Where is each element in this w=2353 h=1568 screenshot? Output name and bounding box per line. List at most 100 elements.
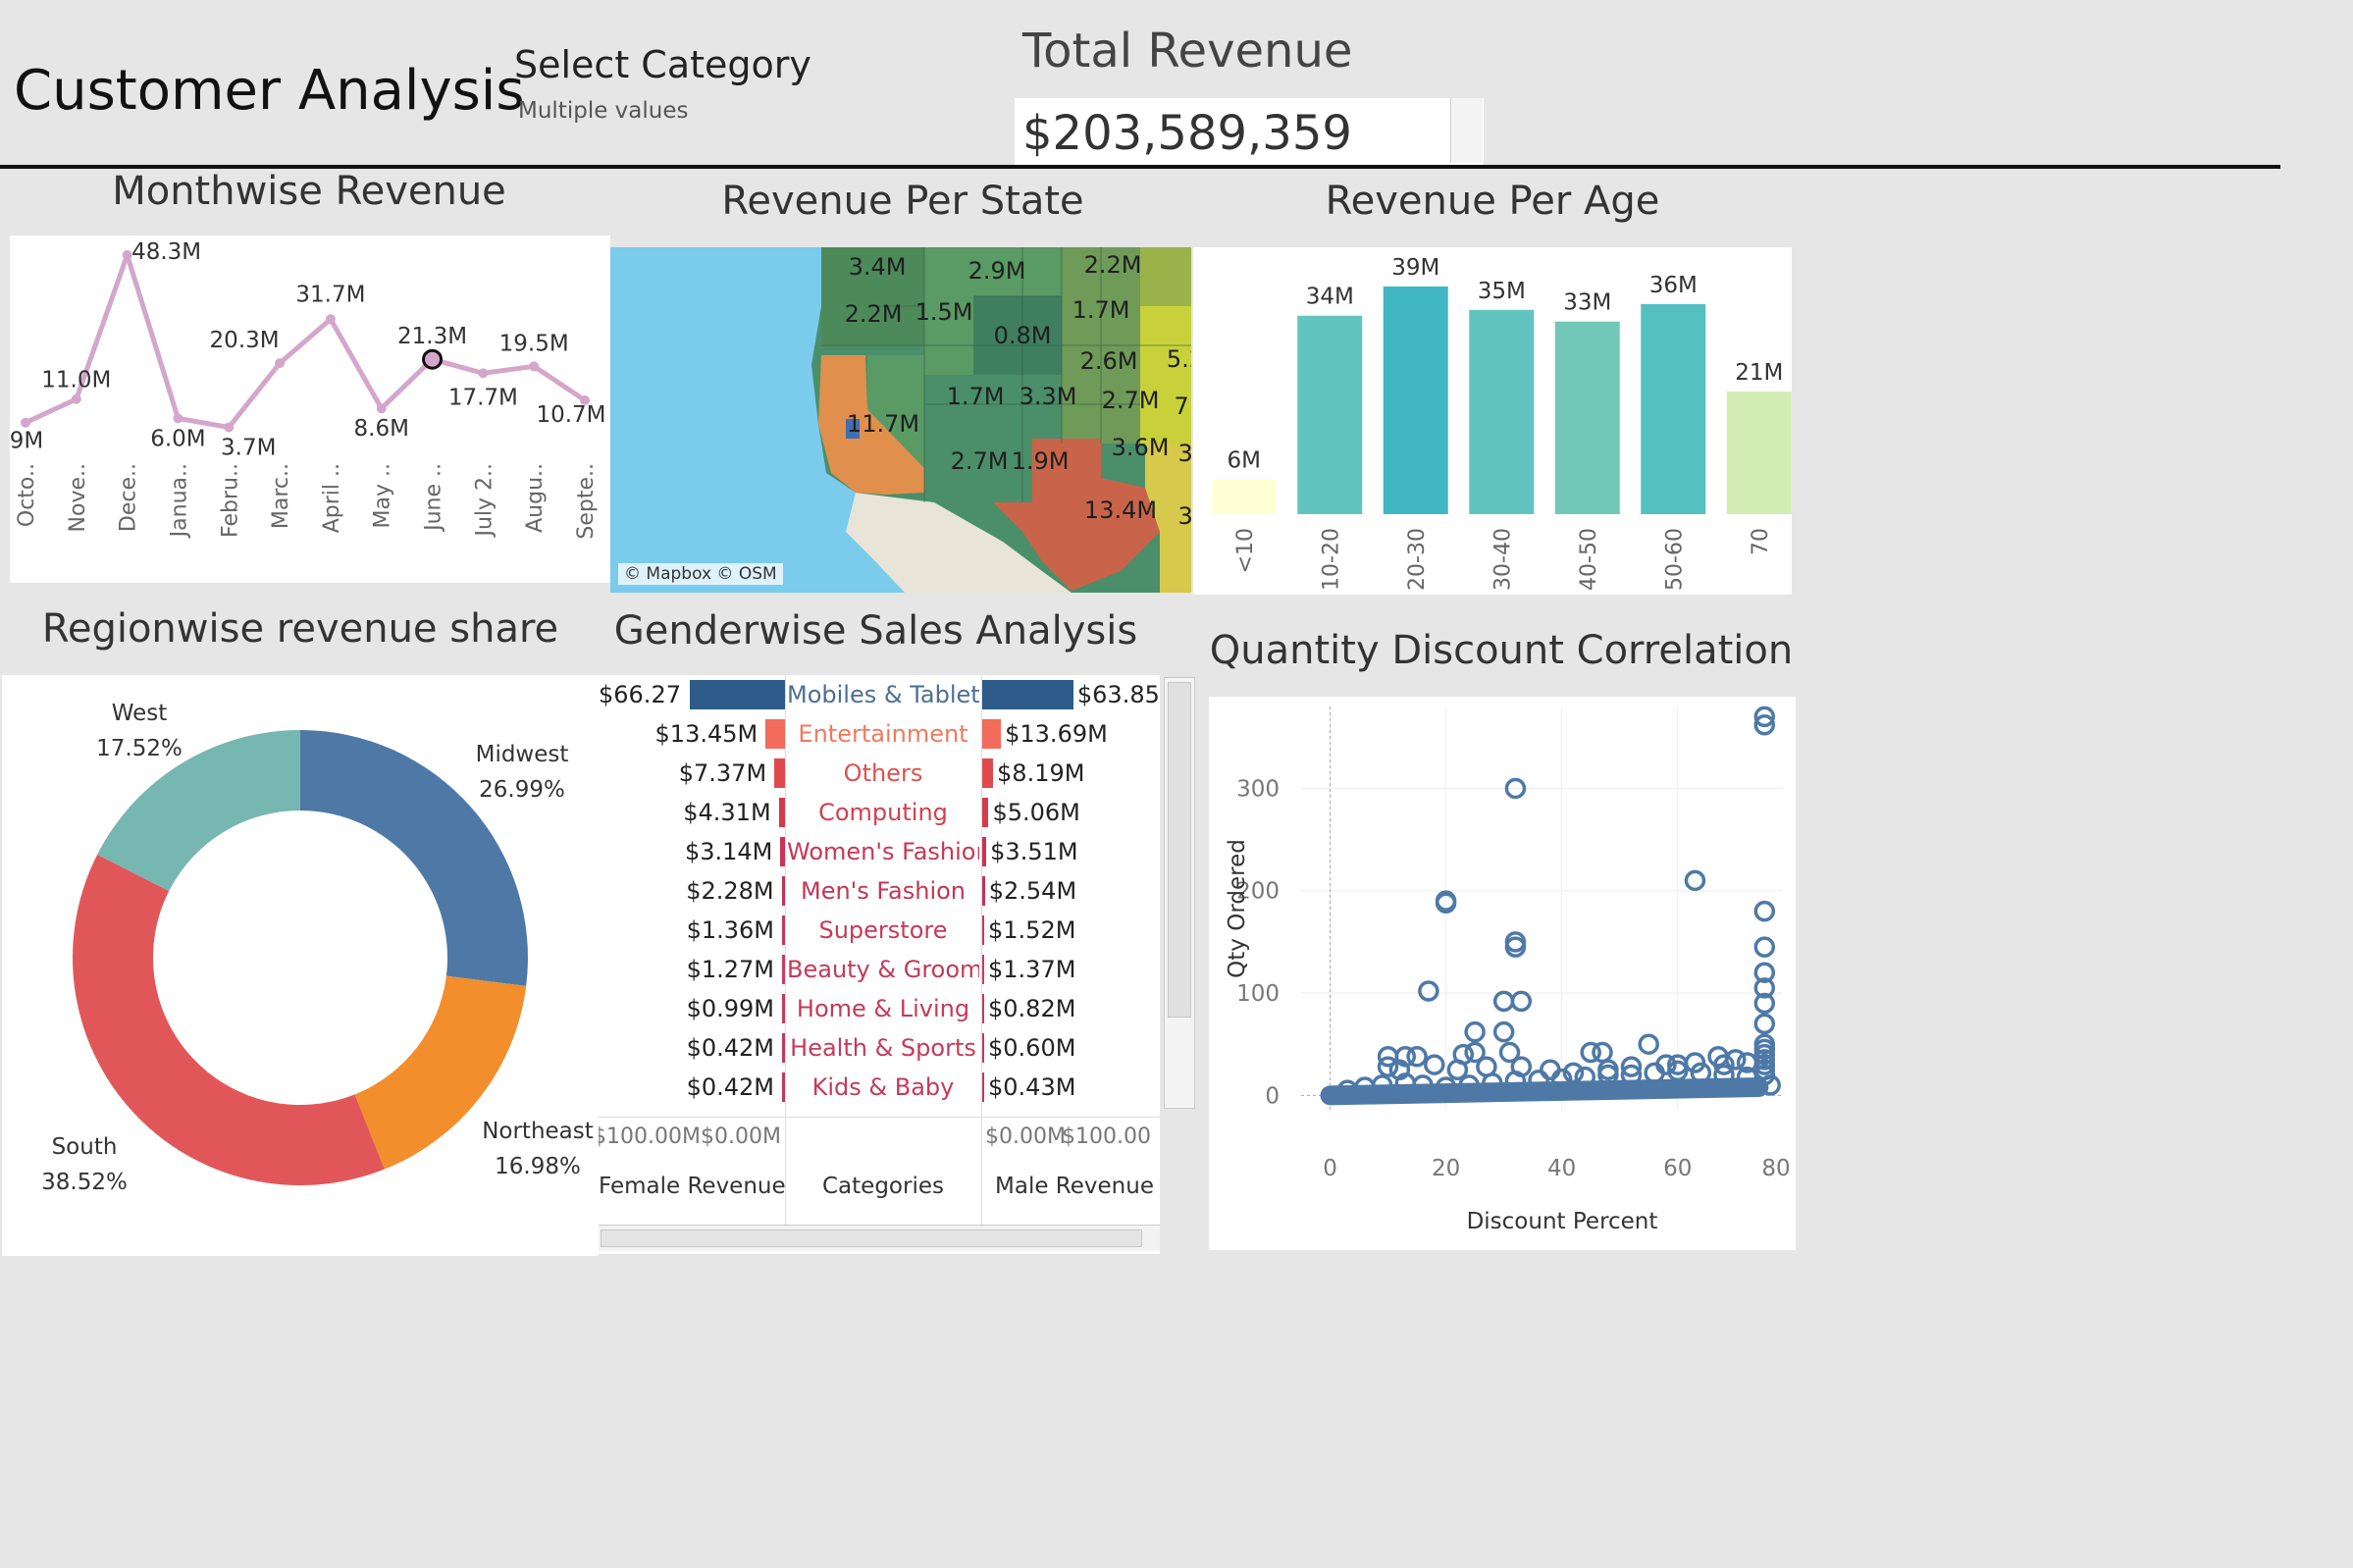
male-bar[interactable] — [981, 798, 989, 827]
gender-hscroll-thumb[interactable] — [601, 1229, 1142, 1247]
gender-grid-right — [981, 675, 982, 1234]
state-map[interactable]: 3.4M 2.9M 2.2M 2.2M 1.5M 1.7M 0.8M 2.6M 5.2 1.7M 3… — [610, 247, 1191, 593]
data-point — [71, 393, 81, 404]
male-value: $3.51M — [990, 838, 1078, 865]
female-bar[interactable] — [765, 719, 785, 749]
x-tick-label: 20 — [1432, 1156, 1460, 1181]
male-bar[interactable] — [981, 758, 994, 788]
male-bar[interactable] — [981, 680, 1073, 709]
scatter-point — [1464, 1020, 1486, 1043]
data-label: 17.7M — [448, 385, 518, 410]
scatter-point — [1492, 1020, 1515, 1043]
state-value-label: 1.9M — [1012, 447, 1070, 475]
data-label: 31.7M — [295, 282, 365, 307]
age-bar-label: 39M — [1391, 255, 1439, 281]
category-label: Health & Sports — [790, 1034, 976, 1062]
age-bar — [1469, 309, 1535, 514]
category-label: Others — [843, 759, 923, 787]
female-bar[interactable] — [774, 758, 785, 788]
age-bar-chart: 6M <10 34M 10-20 39M 20-30 35M 30-40 33M 40-50 36M… — [1211, 255, 1792, 591]
age-bar-label: 6M — [1228, 447, 1261, 473]
gender-row: $0.42M Kids & Baby $0.43M — [599, 1068, 1160, 1107]
filter-label: Select Category — [514, 43, 811, 86]
female-value: $2.28M — [686, 877, 774, 905]
gender-hscrollbar[interactable] — [599, 1225, 1160, 1251]
monthwise-title: Monthwise Revenue — [112, 169, 506, 214]
kpi-scrollbar[interactable] — [1450, 98, 1483, 163]
data-point — [21, 417, 30, 428]
region-title: Regionwise revenue share — [41, 606, 559, 652]
female-value: $66.27M — [599, 681, 682, 708]
male-value: $1.37M — [988, 956, 1076, 983]
age-title: Revenue Per Age — [1325, 179, 1660, 224]
gender-row: $7.37M Others $8.19M — [599, 754, 1160, 793]
gender-grid-left — [785, 675, 786, 1234]
scatter-point — [1684, 869, 1706, 892]
state-value-label: 13.4M — [1084, 497, 1157, 524]
category-label: Women's Fashion — [787, 838, 979, 865]
state-value-label: 7. — [1175, 392, 1191, 420]
qty-scatter-chart: 0 20 40 60 800100200300Discount PercentQty O… — [1225, 706, 1791, 1234]
data-label: 8.6M — [354, 416, 409, 442]
state-value-label: 2.7M — [951, 447, 1009, 475]
gender-row: $13.45M Entertainment $13.69M — [599, 714, 1160, 754]
female-value: $3.14M — [684, 838, 773, 865]
male-value: $0.43M — [988, 1073, 1076, 1101]
male-value: $0.82M — [988, 995, 1076, 1022]
monthwise-panel: 4.9M Octo.. 11.0M Nove.. 48.3M Dece.. 6.0M Janu… — [0, 235, 610, 583]
gender-vscroll-thumb[interactable] — [1168, 682, 1191, 1018]
gender-row: $4.31M Computing $5.06M — [599, 793, 1160, 832]
region-name-label: West — [112, 701, 168, 726]
x-tick-label: Dece.. — [117, 463, 141, 532]
gender-title: Genderwise Sales Analysis — [613, 608, 1138, 653]
region-panel: Midwest 26.99% Northeast 16.98% South 38.52% W… — [2, 675, 599, 1256]
state-yellow-east — [1140, 306, 1191, 444]
male-value: $0.60M — [988, 1034, 1076, 1062]
x-axis-label: Discount Percent — [1467, 1209, 1658, 1234]
data-label: 21.3M — [397, 324, 467, 349]
age-bar-label: 21M — [1735, 360, 1783, 386]
data-point — [376, 403, 387, 414]
gender-row: $66.27M Mobiles & Tablets $63.85 — [599, 675, 1160, 714]
data-point — [422, 348, 444, 370]
data-point — [275, 358, 286, 369]
x-tick-label: 60 — [1663, 1156, 1692, 1181]
gender-row: $0.99M Home & Living $0.82M — [599, 989, 1160, 1028]
female-value: $4.31M — [683, 799, 771, 826]
female-value: $1.27M — [686, 956, 774, 983]
scatter-point — [1510, 990, 1533, 1013]
female-axis-100m: $100.00M — [599, 1124, 701, 1149]
x-tick-label: 40 — [1547, 1156, 1576, 1181]
gender-row: $3.14M Women's Fashion $3.51M — [599, 832, 1160, 871]
age-bar — [1297, 315, 1363, 514]
age-bar-label: 35M — [1478, 279, 1526, 304]
x-tick-label: Marc.. — [269, 463, 293, 529]
data-point — [325, 314, 336, 325]
category-label: Computing — [818, 799, 948, 826]
data-label: 10.7M — [536, 402, 605, 428]
data-label: 6.0M — [150, 426, 205, 451]
x-tick-label: Septe.. — [574, 463, 599, 540]
region-name-label: South — [52, 1134, 118, 1160]
category-filter[interactable]: Multiple values — [518, 98, 688, 124]
age-tick-label: 50-60 — [1662, 528, 1687, 591]
gender-axis-line — [599, 1117, 1160, 1118]
state-value-label: 2.2M — [845, 300, 903, 328]
state-value-label: 11.7M — [847, 410, 919, 438]
female-bar[interactable] — [689, 680, 785, 709]
x-tick-label: July 2.. — [472, 463, 497, 539]
male-value: $5.06M — [992, 799, 1080, 826]
x-tick-label: Febru.. — [218, 463, 242, 538]
age-bar-label: 36M — [1649, 273, 1698, 298]
gender-row: $0.42M Health & Sports $0.60M — [599, 1028, 1160, 1068]
male-value: $1.52M — [988, 916, 1076, 944]
female-value: $0.42M — [686, 1073, 774, 1101]
category-label: Beauty & Grooming — [787, 956, 979, 983]
gender-vscrollbar[interactable] — [1164, 677, 1195, 1109]
female-revenue-header: Female Revenue — [599, 1174, 786, 1199]
region-share-label: 26.99% — [479, 777, 565, 803]
age-bar-label: 34M — [1306, 285, 1354, 310]
age-bar — [1554, 321, 1620, 514]
male-bar[interactable] — [981, 719, 1002, 749]
data-point — [224, 422, 235, 433]
